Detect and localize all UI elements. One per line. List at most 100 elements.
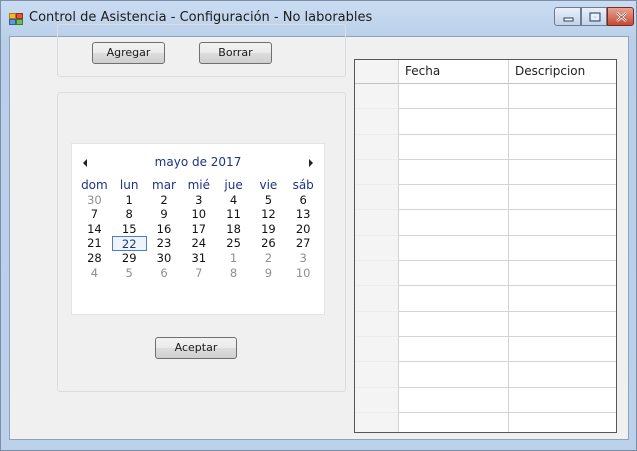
calendar-day[interactable]: 6 — [286, 193, 321, 208]
previous-month-icon[interactable] — [80, 158, 90, 168]
delete-button[interactable]: Borrar — [199, 42, 272, 64]
calendar-day[interactable]: 4 — [77, 266, 112, 281]
fecha-cell[interactable] — [399, 387, 509, 413]
calendar-day[interactable]: 10 — [286, 266, 321, 281]
calendar-day[interactable]: 4 — [216, 193, 251, 208]
table-row[interactable] — [355, 311, 616, 337]
row-header-cell[interactable] — [355, 235, 399, 262]
fecha-cell[interactable] — [399, 412, 509, 432]
row-header-cell[interactable] — [355, 210, 399, 236]
calendar-day[interactable]: 13 — [286, 207, 321, 222]
calendar-day[interactable]: 8 — [216, 266, 251, 281]
table-row[interactable] — [355, 412, 616, 432]
calendar-day[interactable]: 2 — [147, 193, 182, 208]
table-row[interactable] — [355, 210, 616, 236]
month-calendar[interactable]: mayo de 2017 dom lun mar mié jue vie sáb 30 1 2 3… — [71, 143, 325, 315]
calendar-day[interactable]: 20 — [286, 222, 321, 237]
row-header-cell[interactable] — [355, 159, 399, 186]
table-row[interactable] — [355, 109, 616, 135]
minimize-button[interactable] — [554, 7, 581, 26]
calendar-day[interactable]: 7 — [77, 207, 112, 222]
accept-button[interactable]: Aceptar — [155, 337, 237, 359]
fecha-cell[interactable] — [399, 261, 509, 287]
calendar-day[interactable]: 24 — [181, 236, 216, 251]
column-header-descripcion[interactable]: Descripcion — [509, 60, 616, 84]
row-header-cell[interactable] — [355, 84, 399, 110]
descripcion-cell[interactable] — [509, 109, 616, 135]
calendar-day-today[interactable]: 22 — [111, 236, 147, 251]
table-row[interactable] — [355, 261, 616, 287]
calendar-day[interactable]: 5 — [112, 266, 147, 281]
descripcion-cell[interactable] — [509, 185, 616, 211]
fecha-cell[interactable] — [399, 185, 509, 211]
row-header-cell[interactable] — [355, 286, 399, 312]
column-header-fecha[interactable]: Fecha — [399, 60, 509, 84]
row-header-cell[interactable] — [355, 412, 399, 432]
calendar-day[interactable]: 18 — [216, 222, 251, 237]
maximize-button[interactable] — [581, 7, 607, 26]
calendar-day[interactable]: 3 — [286, 251, 321, 266]
calendar-day[interactable]: 9 — [251, 266, 286, 281]
calendar-day[interactable]: 15 — [112, 222, 147, 237]
calendar-day[interactable]: 1 — [216, 251, 251, 266]
descripcion-cell[interactable] — [509, 210, 616, 236]
calendar-day[interactable]: 28 — [77, 251, 112, 266]
table-row[interactable] — [355, 185, 616, 211]
fecha-cell[interactable] — [399, 109, 509, 135]
calendar-day[interactable]: 23 — [147, 236, 182, 251]
descripcion-cell[interactable] — [509, 261, 616, 287]
calendar-day[interactable]: 19 — [251, 222, 286, 237]
calendar-day[interactable]: 21 — [77, 236, 112, 251]
table-row[interactable] — [355, 159, 616, 186]
calendar-day[interactable]: 10 — [181, 207, 216, 222]
calendar-day[interactable]: 27 — [286, 236, 321, 251]
descripcion-cell[interactable] — [509, 84, 616, 110]
calendar-day[interactable]: 14 — [77, 222, 112, 237]
fecha-cell[interactable] — [399, 336, 509, 363]
calendar-day[interactable]: 6 — [147, 266, 182, 281]
fecha-cell[interactable] — [399, 159, 509, 186]
calendar-day[interactable]: 12 — [251, 207, 286, 222]
table-row[interactable] — [355, 362, 616, 388]
grid-row-header-corner[interactable] — [355, 60, 399, 84]
row-header-cell[interactable] — [355, 311, 399, 337]
calendar-day[interactable]: 3 — [181, 193, 216, 208]
calendar-month-title[interactable]: mayo de 2017 — [112, 155, 284, 169]
row-header-cell[interactable] — [355, 185, 399, 211]
calendar-day[interactable]: 30 — [147, 251, 182, 266]
descripcion-cell[interactable] — [509, 388, 616, 413]
table-row[interactable] — [355, 387, 616, 413]
row-header-cell[interactable] — [355, 336, 399, 363]
row-header-cell[interactable] — [355, 261, 399, 287]
calendar-day[interactable]: 17 — [181, 222, 216, 237]
table-row[interactable] — [355, 336, 616, 363]
fecha-cell[interactable] — [399, 84, 509, 110]
calendar-day[interactable]: 8 — [112, 207, 147, 222]
close-button[interactable] — [607, 7, 634, 26]
table-row[interactable] — [355, 84, 616, 110]
calendar-day[interactable]: 25 — [216, 236, 251, 251]
fecha-cell[interactable] — [399, 362, 509, 388]
fecha-cell[interactable] — [399, 286, 509, 312]
calendar-day[interactable]: 11 — [216, 207, 251, 222]
table-row[interactable] — [355, 235, 616, 262]
calendar-day[interactable]: 2 — [251, 251, 286, 266]
fecha-cell[interactable] — [399, 210, 509, 236]
next-month-icon[interactable] — [306, 158, 316, 168]
calendar-day[interactable]: 31 — [181, 251, 216, 266]
row-header-cell[interactable] — [355, 109, 399, 135]
calendar-day[interactable]: 26 — [251, 236, 286, 251]
calendar-day[interactable]: 9 — [147, 207, 182, 222]
descripcion-cell[interactable] — [509, 312, 616, 337]
descripcion-cell[interactable] — [509, 337, 616, 363]
table-row[interactable] — [355, 134, 616, 160]
descripcion-cell[interactable] — [509, 413, 616, 432]
row-header-cell[interactable] — [355, 134, 399, 160]
calendar-day[interactable]: 5 — [251, 193, 286, 208]
row-header-cell[interactable] — [355, 387, 399, 413]
calendar-day[interactable]: 16 — [147, 222, 182, 237]
row-header-cell[interactable] — [355, 362, 399, 388]
add-button[interactable]: Agregar — [92, 42, 165, 64]
fecha-cell[interactable] — [399, 235, 509, 262]
calendar-day[interactable]: 7 — [181, 266, 216, 281]
